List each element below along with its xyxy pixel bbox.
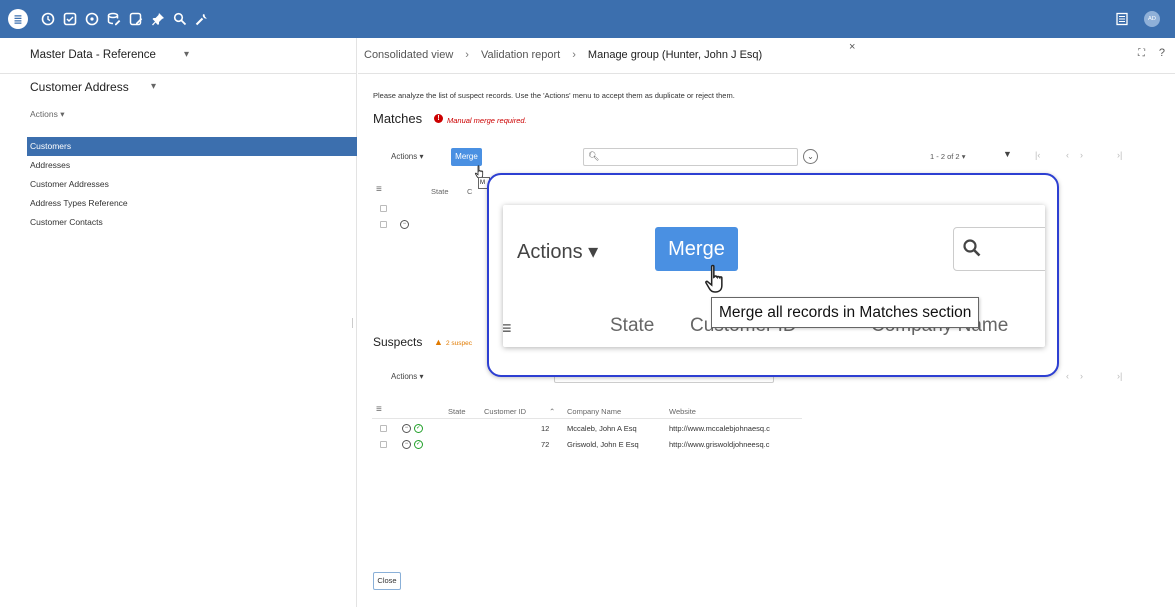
cell-customer-id: 12 (541, 424, 550, 433)
task-check-icon[interactable] (60, 9, 80, 29)
cell-company-name: Griswold, John E Esq (567, 440, 639, 449)
panel-splitter[interactable] (352, 318, 355, 328)
state-check-icon: ✓ (414, 440, 423, 449)
zoomed-column-header-state: State (610, 315, 655, 336)
nav-item-addresses[interactable]: Addresses (27, 156, 357, 175)
breadcrumb-separator: › (572, 49, 576, 61)
zoomed-toolbar-view: Actions ▾ Merge ≡ State Customer ID ⌃ Co… (503, 205, 1045, 347)
close-button[interactable]: Close (373, 572, 401, 590)
zoom-callout: Actions ▾ Merge ≡ State Customer ID ⌃ Co… (487, 173, 1059, 377)
workspace-title[interactable]: Master Data - Reference (30, 49, 156, 61)
prev-page-icon[interactable]: ‹ (1066, 371, 1069, 381)
actions-label: Actions (30, 109, 58, 119)
next-page-icon[interactable]: › (1080, 150, 1083, 160)
first-page-icon[interactable]: |‹ (1035, 150, 1040, 160)
merge-button[interactable]: Merge (451, 148, 482, 166)
sort-ascending-icon[interactable]: ⌃ (549, 407, 555, 416)
pin-icon[interactable] (148, 9, 168, 29)
matches-warning: Manual merge required. (447, 116, 527, 125)
suspects-actions-menu[interactable]: Actions ▾ (391, 372, 423, 381)
breadcrumb-validation-report[interactable]: Validation report (481, 49, 560, 61)
matches-actions-menu[interactable]: Actions ▾ (391, 152, 423, 161)
cell-website: http://www.mccalebjohnaesq.c (669, 424, 770, 433)
next-page-icon[interactable]: › (1080, 371, 1083, 381)
grid-menu-icon[interactable] (1112, 9, 1132, 29)
column-header-state[interactable]: State (431, 187, 449, 196)
matches-search-input[interactable]: 🔍︎ (583, 148, 798, 166)
last-page-icon[interactable]: ›| (1117, 150, 1122, 160)
warning-icon: ▲ (434, 337, 443, 347)
fullscreen-icon[interactable]: ⛶ (1138, 48, 1145, 59)
error-icon: ! (434, 114, 443, 123)
app-logo-icon[interactable]: ≣ (8, 9, 28, 29)
column-header-company-name[interactable]: Company Name (567, 407, 621, 416)
zoomed-actions-menu: Actions ▾ (517, 241, 599, 263)
dashboard-icon[interactable] (82, 9, 102, 29)
grid-menu-icon: ≡ (503, 318, 512, 339)
wrench-icon[interactable] (192, 9, 212, 29)
search-icon (963, 239, 981, 257)
actions-menu[interactable]: Actions ▾ (30, 109, 65, 120)
search-icon[interactable] (170, 9, 190, 29)
nav-item-customer-addresses[interactable]: Customer Addresses (27, 175, 357, 194)
grid-menu-icon[interactable]: ≡ (376, 404, 382, 415)
divider (0, 73, 357, 74)
nav-item-customers[interactable]: Customers (27, 137, 357, 156)
breadcrumb-separator: › (465, 49, 469, 61)
chevron-down-icon[interactable]: ▾ (151, 81, 156, 92)
cell-website: http://www.griswoldjohneesq.c (669, 440, 770, 449)
column-header-customer-id[interactable]: C (467, 187, 472, 196)
nav-item-customer-contacts[interactable]: Customer Contacts (27, 213, 357, 232)
state-minus-icon: − (402, 424, 411, 433)
entity-title[interactable]: Customer Address (30, 80, 129, 94)
actions-label: Actions (391, 152, 418, 161)
column-header-website[interactable]: Website (669, 407, 696, 416)
grid-menu-icon[interactable]: ≡ (376, 184, 382, 195)
left-navigation-panel: Master Data - Reference ▾ Customer Addre… (0, 38, 357, 607)
search-icon: 🔍︎ (588, 151, 600, 161)
help-icon[interactable]: ? (1159, 47, 1165, 59)
divider (358, 73, 1175, 74)
breadcrumb: Consolidated view › Validation report › … (364, 46, 762, 64)
column-header-customer-id[interactable]: Customer ID (484, 407, 526, 416)
chevron-down-icon[interactable]: ▾ (184, 49, 189, 60)
row-checkbox[interactable] (380, 205, 387, 212)
suspects-section-title: Suspects (373, 335, 423, 349)
close-tab-icon[interactable]: × (849, 41, 855, 53)
user-avatar-icon[interactable]: AD (1144, 11, 1160, 27)
cell-company-name: Mccaleb, John A Esq (567, 424, 637, 433)
prev-page-icon[interactable]: ‹ (1066, 150, 1069, 160)
pager-text: 1 - 2 of 2 (930, 152, 960, 161)
merge-tooltip: Merge all records in Matches section (711, 297, 980, 328)
state-minus-icon: − (400, 220, 409, 229)
search-options-icon[interactable]: ⌄ (803, 149, 818, 164)
history-icon[interactable] (38, 9, 58, 29)
row-checkbox[interactable] (380, 221, 387, 228)
zoomed-search-input (953, 227, 1045, 271)
row-checkbox[interactable] (380, 425, 387, 432)
state-check-icon: ✓ (414, 424, 423, 433)
matches-pager[interactable]: 1 - 2 of 2 ▾ (930, 152, 965, 161)
hand-cursor-icon (705, 264, 723, 293)
divider (372, 418, 802, 419)
top-toolbar: ≣ AD (0, 0, 1175, 38)
filter-icon[interactable]: ▼ (1003, 149, 1012, 159)
task-edit-icon[interactable] (126, 9, 146, 29)
breadcrumb-current: Manage group (Hunter, John J Esq) (587, 49, 763, 61)
matches-section-title: Matches (373, 111, 423, 126)
last-page-icon[interactable]: ›| (1117, 371, 1122, 381)
data-edit-icon[interactable] (104, 9, 124, 29)
actions-label: Actions (391, 372, 418, 381)
nav-item-address-types-reference[interactable]: Address Types Reference (27, 194, 357, 213)
breadcrumb-consolidated-view[interactable]: Consolidated view (364, 49, 453, 61)
cell-customer-id: 72 (541, 440, 550, 449)
column-header-state[interactable]: State (448, 407, 466, 416)
actions-label: Actions (517, 241, 583, 263)
suspects-warning: 2 suspec (446, 340, 473, 347)
instructions-text: Please analyze the list of suspect recor… (373, 91, 735, 100)
row-checkbox[interactable] (380, 441, 387, 448)
state-minus-icon: − (402, 440, 411, 449)
